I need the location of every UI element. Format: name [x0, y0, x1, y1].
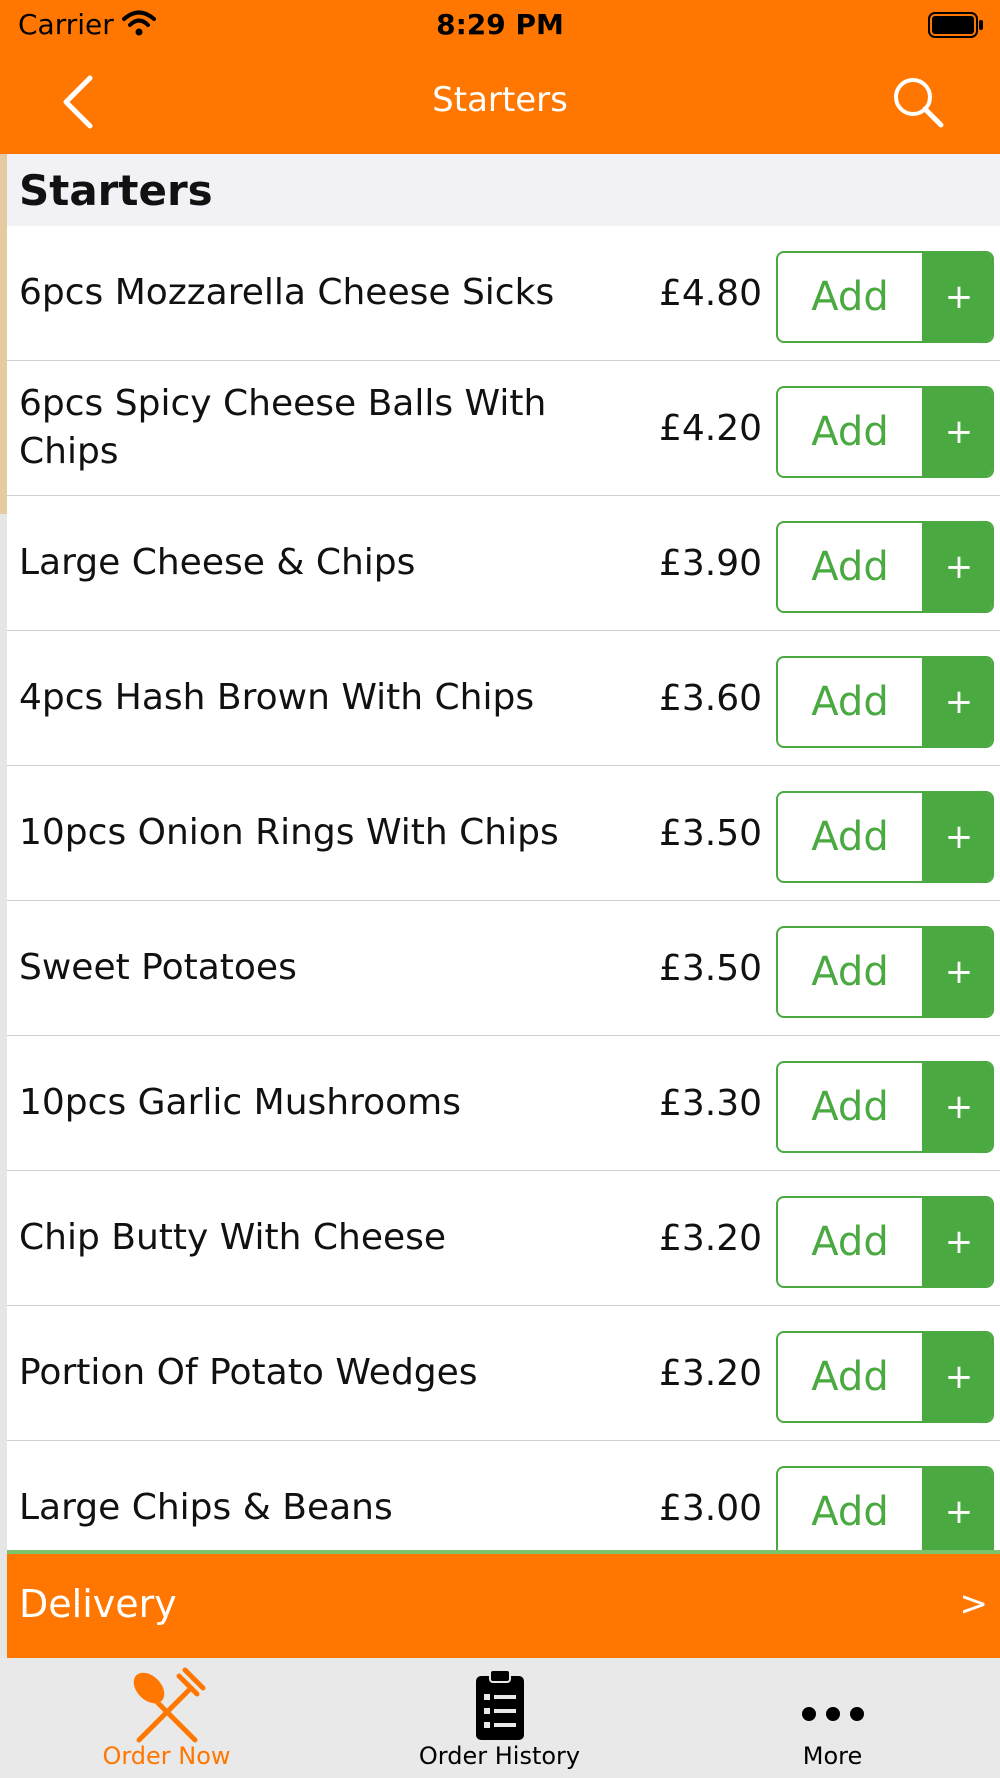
background-edge — [0, 154, 7, 1658]
section-header: Starters — [7, 154, 1000, 226]
add-button-label: Add — [811, 1354, 889, 1400]
plus-icon[interactable]: + — [922, 253, 992, 341]
nav-bar: Starters — [0, 50, 1000, 154]
plus-icon[interactable]: + — [922, 928, 992, 1016]
menu-item-row[interactable]: Sweet Potatoes £3.50 Add + — [7, 901, 1000, 1036]
add-item-button[interactable]: Add + — [776, 521, 994, 613]
item-price: £4.20 — [658, 407, 762, 449]
tab-order-now[interactable]: Order Now — [0, 1658, 333, 1778]
menu-item-list[interactable]: Starters 6pcs Mozzarella Cheese Sicks £4.… — [7, 154, 1000, 1554]
plus-icon[interactable]: + — [922, 1333, 992, 1421]
plus-icon[interactable]: + — [922, 1198, 992, 1286]
tab-label-order-now: Order Now — [102, 1742, 231, 1770]
add-button-label: Add — [811, 1084, 889, 1130]
add-button-label: Add — [811, 409, 889, 455]
menu-item-row[interactable]: Large Chips & Beans £3.00 Add + — [7, 1441, 1000, 1554]
menu-item-row[interactable]: Chip Butty With Cheese £3.20 Add + — [7, 1171, 1000, 1306]
item-price: £3.30 — [658, 1082, 762, 1124]
item-price: £3.20 — [658, 1352, 762, 1394]
more-dots-icon — [801, 1707, 864, 1721]
menu-item-row[interactable]: 10pcs Garlic Mushrooms £3.30 Add + — [7, 1036, 1000, 1171]
plus-icon[interactable]: + — [922, 1063, 992, 1151]
item-name: Portion Of Potato Wedges — [19, 1352, 478, 1393]
tab-order-history[interactable]: Order History — [333, 1658, 666, 1778]
item-price: £3.00 — [658, 1487, 762, 1529]
plus-icon[interactable]: + — [922, 1468, 992, 1554]
background-image-edge — [0, 154, 7, 514]
item-name: Large Cheese & Chips — [19, 542, 416, 583]
delivery-bar[interactable]: Delivery > — [7, 1554, 1000, 1658]
item-name: 10pcs Onion Rings With Chips — [19, 812, 559, 853]
add-item-button[interactable]: Add + — [776, 656, 994, 748]
add-button-label: Add — [811, 679, 889, 725]
menu-item-row[interactable]: 4pcs Hash Brown With Chips £3.60 Add + — [7, 631, 1000, 766]
add-item-button[interactable]: Add + — [776, 386, 994, 478]
delivery-label: Delivery — [19, 1582, 177, 1626]
menu-item-row[interactable]: Portion Of Potato Wedges £3.20 Add + — [7, 1306, 1000, 1441]
add-item-button[interactable]: Add + — [776, 251, 994, 343]
plus-icon[interactable]: + — [922, 793, 992, 881]
battery-icon — [928, 12, 983, 38]
menu-item-row[interactable]: 10pcs Onion Rings With Chips £3.50 Add + — [7, 766, 1000, 901]
menu-item-row[interactable]: 6pcs Spicy Cheese Balls With Chips £4.20 A… — [7, 361, 1000, 496]
item-name: Sweet Potatoes — [19, 947, 297, 988]
plus-icon[interactable]: + — [922, 388, 992, 476]
add-item-button[interactable]: Add + — [776, 1331, 994, 1423]
add-item-button[interactable]: Add + — [776, 926, 994, 1018]
fork-knife-icon — [133, 1667, 205, 1743]
add-button-label: Add — [811, 949, 889, 995]
tab-more[interactable]: More — [666, 1658, 999, 1778]
add-button-label: Add — [811, 814, 889, 860]
item-price: £3.20 — [658, 1217, 762, 1259]
item-name: Chip Butty With Cheese — [19, 1217, 447, 1258]
item-price: £3.50 — [658, 947, 762, 989]
nav-title: Starters — [432, 80, 568, 120]
item-name: 6pcs Spicy Cheese Balls With Chips — [19, 383, 547, 472]
item-name: Large Chips & Beans — [19, 1487, 393, 1528]
menu-item-row[interactable]: 6pcs Mozzarella Cheese Sicks £4.80 Add + — [7, 226, 1000, 361]
plus-icon[interactable]: + — [922, 658, 992, 746]
add-button-label: Add — [811, 1489, 889, 1535]
add-button-label: Add — [811, 1219, 889, 1265]
status-bar: Carrier 8:29 PM — [0, 0, 1000, 50]
add-button-label: Add — [811, 274, 889, 320]
add-item-button[interactable]: Add + — [776, 1061, 994, 1153]
clipboard-list-icon — [475, 1669, 524, 1740]
section-title: Starters — [19, 166, 213, 215]
tab-label-more: More — [802, 1742, 863, 1770]
add-item-button[interactable]: Add + — [776, 1196, 994, 1288]
add-item-button[interactable]: Add + — [776, 791, 994, 883]
add-button-label: Add — [811, 544, 889, 590]
status-time: 8:29 PM — [436, 8, 564, 41]
item-price: £3.60 — [658, 677, 762, 719]
delivery-arrow: > — [959, 1584, 989, 1624]
menu-item-row[interactable]: Large Cheese & Chips £3.90 Add + — [7, 496, 1000, 631]
item-price: £4.80 — [658, 272, 762, 314]
tab-label-order-history: Order History — [418, 1742, 581, 1770]
item-name: 10pcs Garlic Mushrooms — [19, 1082, 461, 1123]
item-name: 6pcs Mozzarella Cheese Sicks — [19, 272, 555, 313]
item-name: 4pcs Hash Brown With Chips — [19, 677, 535, 718]
tab-bar: Order Now Order History More — [0, 1658, 1000, 1778]
add-item-button[interactable]: Add + — [776, 1466, 994, 1554]
plus-icon[interactable]: + — [922, 523, 992, 611]
search-icon[interactable] — [890, 74, 946, 130]
item-price: £3.90 — [658, 542, 762, 584]
item-price: £3.50 — [658, 812, 762, 854]
